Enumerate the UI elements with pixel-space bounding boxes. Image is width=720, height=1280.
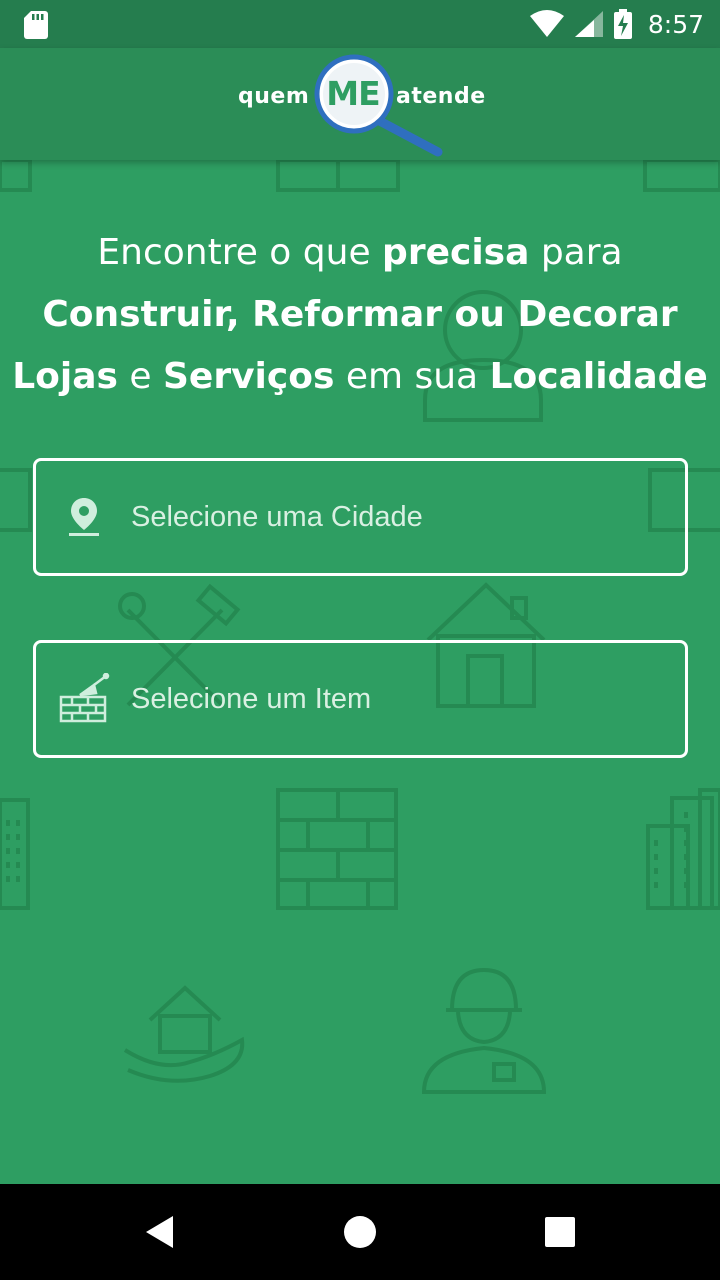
pattern-worker-icon bbox=[421, 967, 547, 1094]
item-select-placeholder: Selecione um Item bbox=[131, 682, 372, 715]
nav-home-button[interactable] bbox=[300, 1184, 420, 1280]
signal-icon bbox=[574, 11, 603, 37]
pattern-sofa-icon bbox=[0, 468, 32, 532]
headline-line-3-bold-a: Lojas bbox=[12, 356, 118, 397]
status-bar: 8:57 bbox=[0, 0, 720, 48]
sd-card-icon bbox=[24, 11, 48, 39]
pattern-building-icon bbox=[0, 160, 32, 192]
headline-line-3-text-a: e bbox=[117, 356, 163, 397]
bricks-trowel-icon bbox=[36, 643, 131, 755]
headline: Encontre o que precisa para Construir, R… bbox=[0, 222, 720, 408]
recents-icon bbox=[545, 1217, 575, 1247]
city-select[interactable]: Selecione uma Cidade bbox=[33, 458, 688, 576]
headline-line-1-text-a: Encontre o que bbox=[97, 232, 383, 273]
headline-line-3-bold-c: Localidade bbox=[489, 356, 708, 397]
headline-line-3-bold-b: Serviços bbox=[162, 356, 335, 397]
pattern-building-icon bbox=[0, 798, 30, 910]
home-icon bbox=[344, 1216, 376, 1248]
headline-line-1-text-b: para bbox=[529, 232, 623, 273]
logo-word-center: ME bbox=[326, 74, 380, 113]
headline-line-2: Construir, Reformar ou Decorar bbox=[42, 294, 678, 335]
app-bar: quem ME atende bbox=[0, 48, 720, 160]
logo-word-right: atende bbox=[396, 84, 486, 109]
city-select-placeholder: Selecione uma Cidade bbox=[131, 500, 423, 533]
item-select[interactable]: Selecione um Item bbox=[33, 640, 688, 758]
logo-word-left: quem bbox=[238, 84, 310, 109]
app-logo: quem ME atende bbox=[236, 52, 486, 160]
pattern-brick-icon bbox=[276, 788, 398, 910]
pattern-house-hand-icon bbox=[123, 985, 245, 1083]
location-pin-icon bbox=[36, 461, 131, 573]
back-icon bbox=[146, 1216, 173, 1248]
battery-charging-icon bbox=[613, 9, 632, 39]
pattern-building-icon bbox=[643, 160, 720, 192]
headline-line-1-bold: precisa bbox=[382, 232, 530, 273]
wifi-icon bbox=[529, 10, 564, 37]
nav-back-button[interactable] bbox=[100, 1184, 220, 1280]
pattern-building-icon bbox=[646, 788, 720, 910]
headline-line-3: Lojas e Serviços em sua Localidade bbox=[0, 346, 720, 408]
nav-recents-button[interactable] bbox=[500, 1184, 620, 1280]
headline-line-1: Encontre o que precisa para bbox=[0, 222, 720, 284]
clock-time: 8:57 bbox=[647, 9, 704, 39]
system-nav-bar bbox=[0, 1184, 720, 1280]
headline-line-3-text-b: em sua bbox=[334, 356, 490, 397]
